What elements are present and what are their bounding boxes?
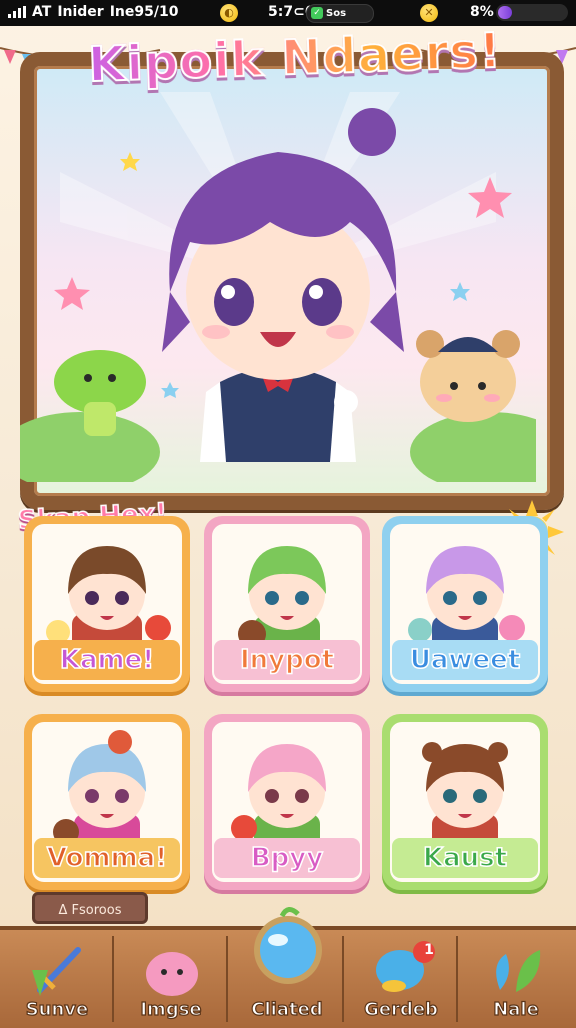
character-name: Kaust: [392, 838, 538, 878]
character-card-4[interactable]: Vomma!: [24, 714, 190, 890]
character-name: Inypot: [214, 640, 360, 680]
network-label: Inider: [57, 4, 104, 20]
status-extra: Ine95/10: [109, 4, 179, 20]
energy-bar-fill: [498, 6, 512, 19]
status-pill: ✓ Sos: [306, 4, 374, 23]
nav-label: Sunve: [25, 998, 89, 1020]
coin-icon: ◐: [220, 4, 238, 22]
character-name: Bpyy: [214, 838, 360, 878]
character-card-3[interactable]: Uaweet: [382, 516, 548, 692]
battery-percent: 8%: [470, 4, 494, 20]
nav-item-imgse[interactable]: Imgse: [116, 936, 228, 1022]
character-card-6[interactable]: Kaust: [382, 714, 548, 890]
nav-item-sunve[interactable]: Sunve: [2, 936, 114, 1022]
character-card-1[interactable]: Kame!: [24, 516, 190, 692]
nav-label: Nale: [493, 998, 540, 1020]
character-card-2[interactable]: Inypot: [204, 516, 370, 692]
carrier-label: AT: [32, 4, 52, 20]
nav-item-nale[interactable]: Nale: [460, 936, 572, 1022]
nav-label: Imgse: [140, 998, 202, 1020]
nav-label: Gerdeb: [363, 998, 438, 1020]
gold-coin-icon: ✕: [420, 4, 438, 22]
crystal-orb-icon[interactable]: [236, 906, 340, 986]
character-name: Uaweet: [392, 640, 538, 680]
leaf-icon: [496, 950, 541, 992]
nav-label: Cliated: [251, 998, 324, 1020]
hero-scene: [20, 92, 536, 482]
character-card-5[interactable]: Bpyy: [204, 714, 370, 890]
energy-bar: [496, 4, 568, 21]
signal-icon: [8, 6, 26, 18]
bear-pet: [416, 330, 520, 422]
character-name: Kame!: [34, 640, 180, 680]
pink-slime-icon: [146, 952, 198, 996]
character-name: Vomma!: [34, 838, 180, 878]
nav-item-gerdeb[interactable]: 1 Gerdeb: [346, 936, 458, 1022]
sword-icon: [32, 947, 81, 996]
status-bar: AT Inider Ine95/10 ◐ 5:7⊂6 ✓ Sos ✕ 8%: [0, 0, 576, 26]
mini-tag-button[interactable]: Δ Fsoroos: [32, 892, 148, 924]
notification-badge: 1: [424, 942, 434, 958]
check-icon: ✓: [311, 7, 323, 19]
